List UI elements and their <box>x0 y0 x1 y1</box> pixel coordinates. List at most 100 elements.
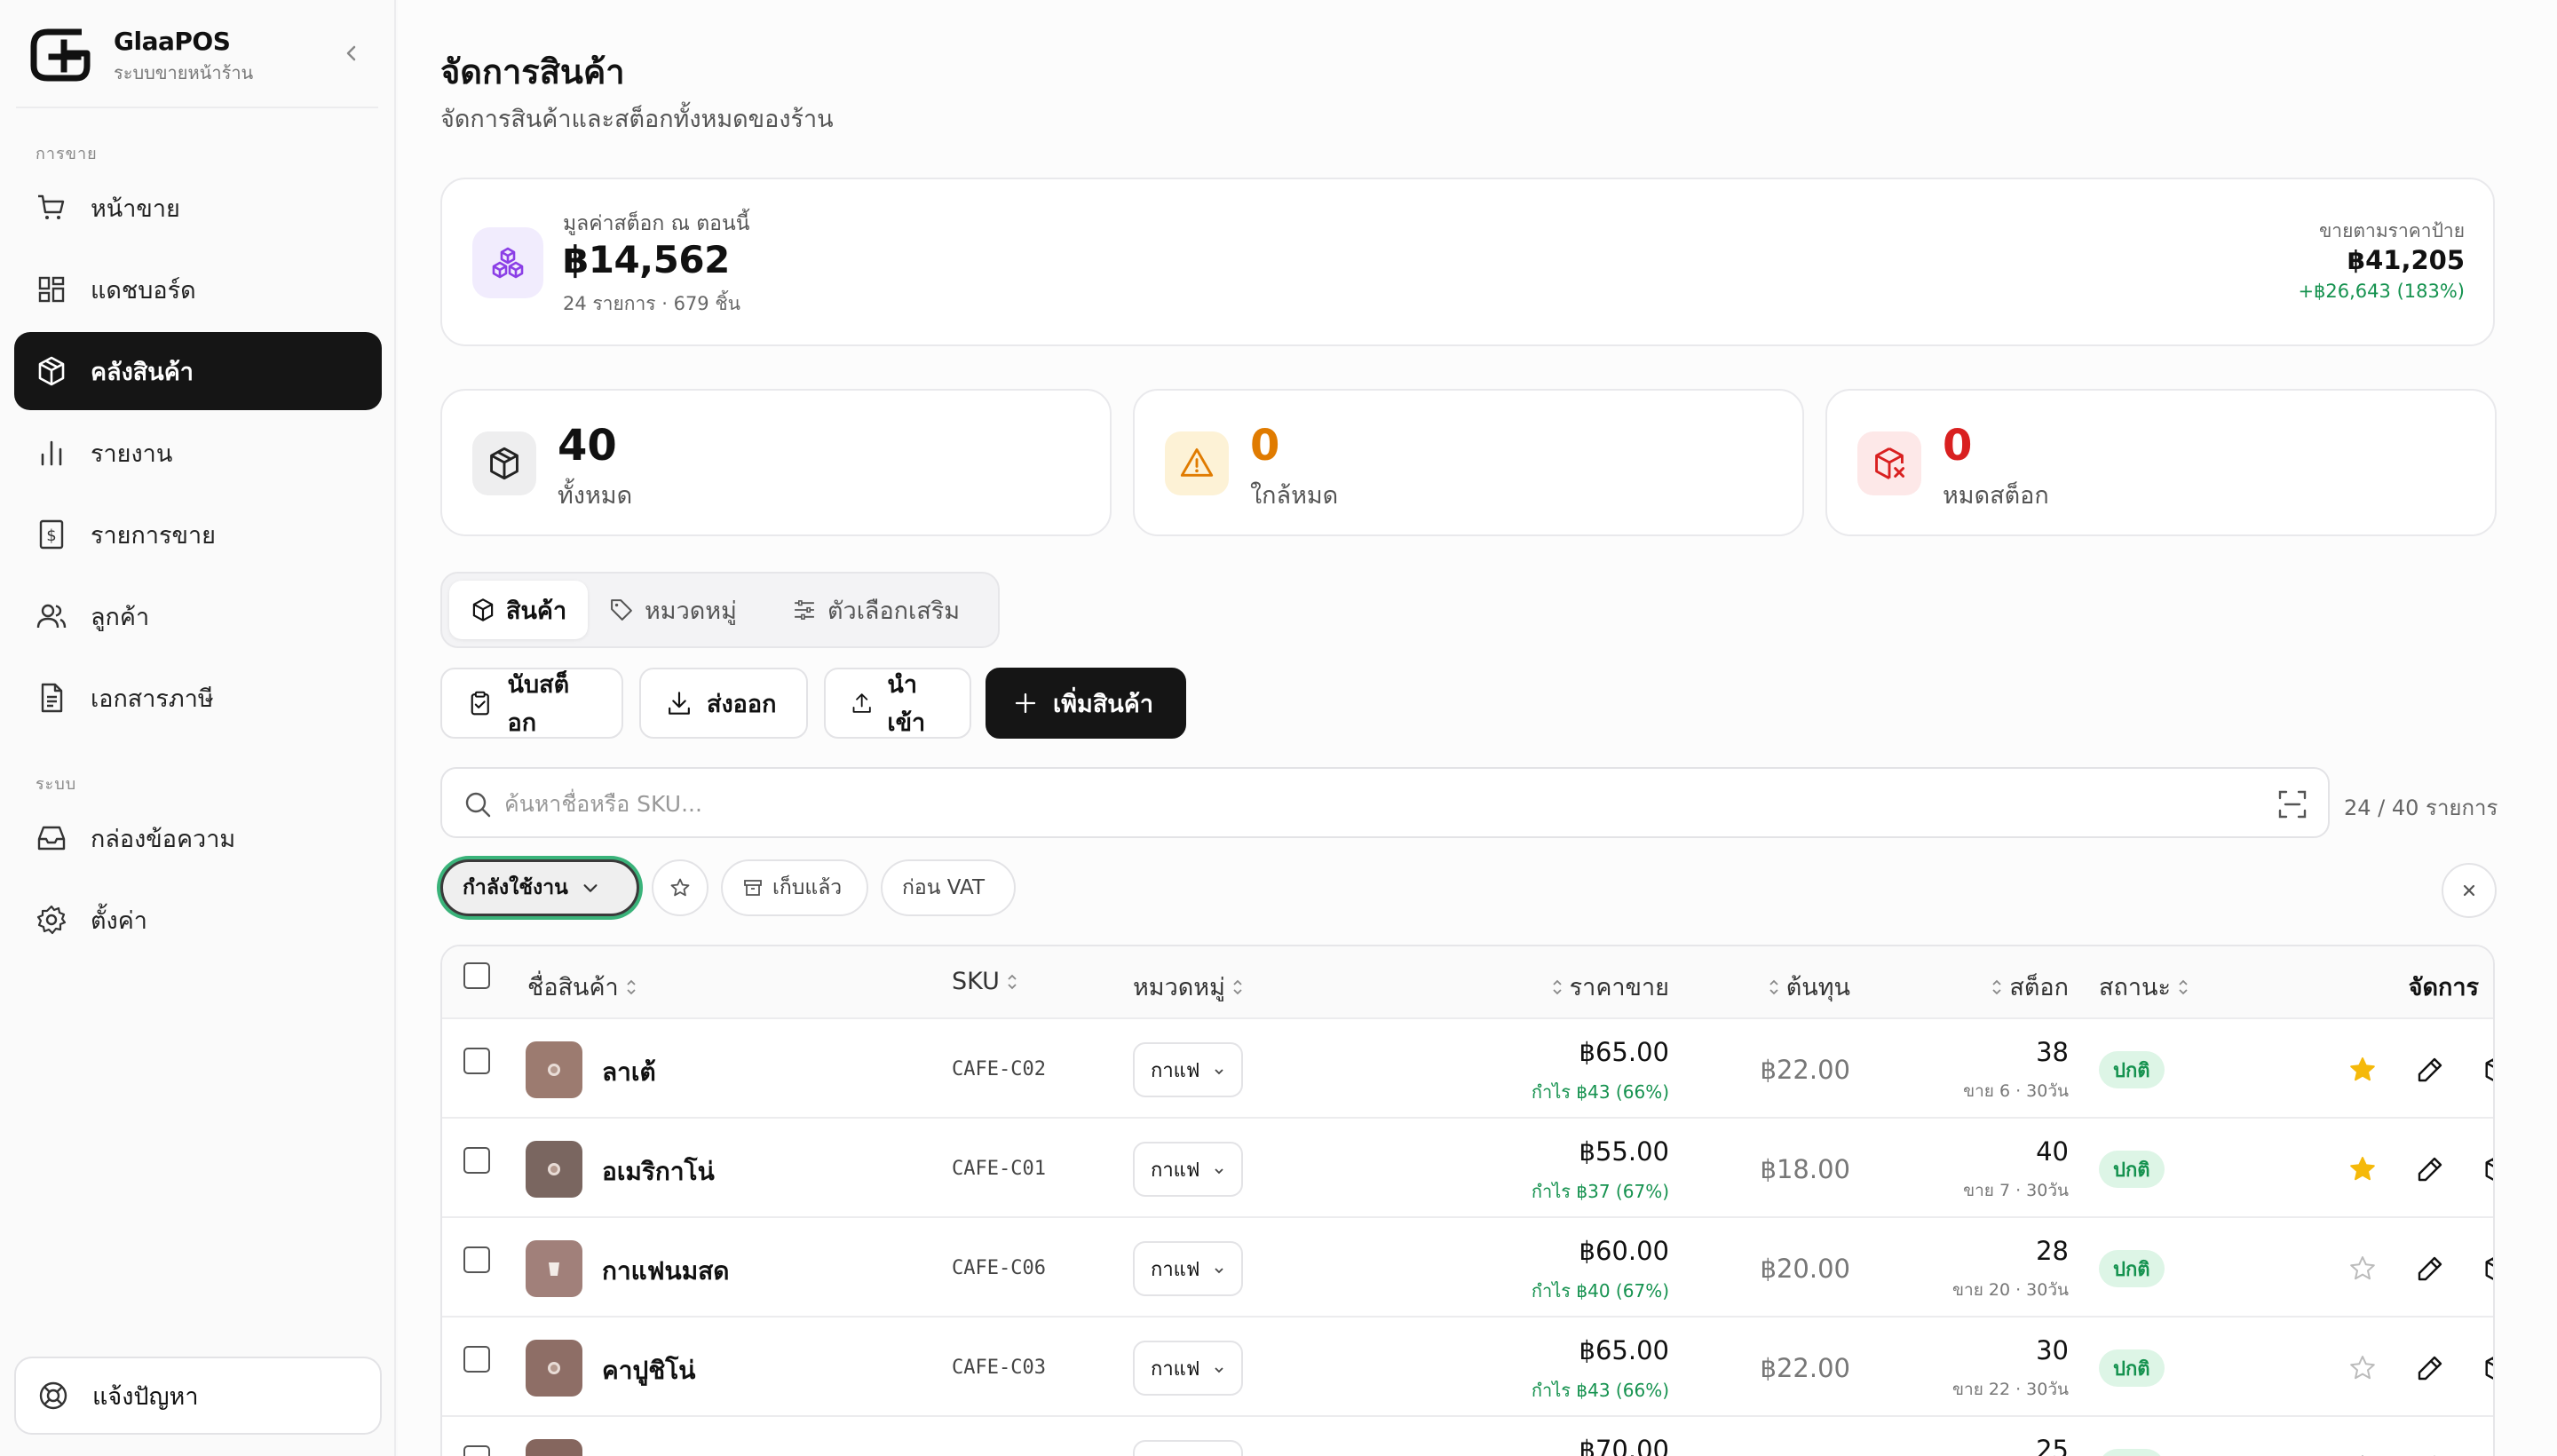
product-cost: ฿18.00 <box>1760 1154 1850 1184</box>
header-cost[interactable]: ต้นทุน <box>1761 968 1850 1006</box>
edit-icon[interactable] <box>2415 1055 2445 1085</box>
svg-text:$: $ <box>46 526 56 545</box>
star-outline-icon[interactable] <box>2347 1452 2378 1456</box>
category-select[interactable]: กาแฟ <box>1133 1440 1243 1456</box>
sidebar-item-sales-list[interactable]: $ รายการขาย <box>14 495 382 574</box>
edit-icon[interactable] <box>2415 1154 2445 1184</box>
archived-filter-button[interactable]: เก็บแล้ว <box>721 859 868 916</box>
header-sku[interactable]: SKU <box>952 968 1025 995</box>
product-name[interactable]: มอคค่า <box>602 1451 680 1456</box>
product-sold-30d: ขาย 6 · 30วัน <box>1963 1081 2069 1101</box>
package-x-icon <box>1875 447 1904 479</box>
stat-card-out-of-stock[interactable]: 0 หมดสต็อก <box>1825 389 2497 536</box>
header-name[interactable]: ชื่อสินค้า <box>527 968 644 1006</box>
sidebar-item-inbox[interactable]: กล่องข้อความ <box>14 799 382 877</box>
sidebar-item-label: ตั้งค่า <box>91 906 147 935</box>
row-checkbox[interactable] <box>463 1048 490 1074</box>
sidebar-item-label: รายงาน <box>91 439 173 468</box>
product-sold-30d: ขาย 22 · 30วัน <box>1952 1380 2069 1399</box>
header-price[interactable]: ราคาขาย <box>1545 968 1669 1006</box>
plus-icon <box>1015 692 1036 714</box>
sidebar-item-settings[interactable]: ตั้งค่า <box>14 881 382 959</box>
product-sku: CAFE-C03 <box>952 1357 1046 1379</box>
row-checkbox[interactable] <box>463 1147 490 1174</box>
barcode-scan-icon[interactable] <box>2276 788 2308 820</box>
product-thumbnail <box>526 1041 582 1098</box>
chevron-down-icon <box>1215 1367 1223 1373</box>
table-row[interactable]: อเมริกาโน่ CAFE-C01 กาแฟ ฿55.00 กำไร ฿37 (67… <box>442 1120 2493 1218</box>
export-button[interactable]: ส่งออก <box>639 668 808 739</box>
sidebar-section-system: ระบบ <box>36 775 77 794</box>
table-row[interactable]: ลาเต้ CAFE-C02 กาแฟ ฿65.00 กำไร ฿43 (66%) ฿22… <box>442 1021 2493 1119</box>
package-icon[interactable] <box>2482 1154 2495 1184</box>
package-icon[interactable] <box>2482 1055 2495 1085</box>
sidebar-item-sales[interactable]: หน้าขาย <box>14 169 382 247</box>
favorite-filter-button[interactable] <box>652 859 709 916</box>
row-checkbox[interactable] <box>463 1445 490 1456</box>
edit-icon[interactable] <box>2415 1452 2445 1456</box>
cart-icon <box>38 194 65 219</box>
stat-card-total[interactable]: 40 ทั้งหมด <box>440 389 1112 536</box>
tab-categories[interactable]: หมวดหมู่ <box>588 581 758 639</box>
before-vat-toggle[interactable]: ก่อน VAT <box>881 859 1016 916</box>
product-name[interactable]: คาปูชิโน่ <box>602 1351 695 1390</box>
header-category[interactable]: หมวดหมู่ <box>1133 968 1250 1006</box>
sidebar-item-inventory[interactable]: คลังสินค้า <box>14 332 382 410</box>
star-outline-icon[interactable] <box>2347 1353 2378 1383</box>
star-filled-icon[interactable] <box>2347 1055 2378 1085</box>
tab-options[interactable]: ตัวเลือกเสริม <box>771 581 981 639</box>
collapse-sidebar-icon[interactable] <box>337 39 366 67</box>
clear-filters-button[interactable] <box>2442 863 2497 918</box>
product-price: ฿65.00 <box>1579 1335 1669 1365</box>
product-name[interactable]: กาแฟนมสด <box>602 1252 729 1291</box>
add-product-button[interactable]: เพิ่มสินค้า <box>986 668 1186 739</box>
stock-value-meta: 24 รายการ · 679 ชิ้น <box>563 293 740 314</box>
table-row[interactable]: คาปูชิโน่ CAFE-C03 กาแฟ ฿65.00 กำไร ฿43 (66%… <box>442 1319 2493 1417</box>
select-all-checkbox[interactable] <box>463 962 490 989</box>
report-issue-button[interactable]: แจ้งปัญหา <box>14 1357 382 1435</box>
import-button[interactable]: นำเข้า <box>824 668 971 739</box>
status-badge: ปกติ <box>2099 1051 2165 1088</box>
search-input[interactable] <box>504 781 2236 826</box>
package-icon[interactable] <box>2482 1353 2495 1383</box>
category-select[interactable]: กาแฟ <box>1133 1142 1243 1197</box>
category-select[interactable]: กาแฟ <box>1133 1341 1243 1396</box>
row-checkbox[interactable] <box>463 1246 490 1273</box>
stat-icon-box <box>1857 431 1921 495</box>
star-filled-icon[interactable] <box>2347 1154 2378 1184</box>
sidebar-item-label: เอกสารภาษี <box>91 684 214 713</box>
sidebar-item-tax-documents[interactable]: เอกสารภาษี <box>14 659 382 737</box>
header-status[interactable]: สถานะ <box>2099 968 2196 1006</box>
edit-icon[interactable] <box>2415 1254 2445 1284</box>
stat-card-low-stock[interactable]: 0 ใกล้หมด <box>1133 389 1804 536</box>
package-icon <box>490 447 519 480</box>
stat-label: ทั้งหมด <box>558 482 633 510</box>
sidebar-item-reports[interactable]: รายงาน <box>14 414 382 492</box>
product-name[interactable]: ลาเต้ <box>602 1053 656 1092</box>
category-select[interactable]: กาแฟ <box>1133 1241 1243 1296</box>
star-outline-icon[interactable] <box>2347 1254 2378 1284</box>
count-stock-button[interactable]: นับสต็อก <box>440 668 623 739</box>
header-stock[interactable]: สต็อก <box>1984 968 2069 1006</box>
product-name[interactable]: อเมริกาโน่ <box>602 1152 715 1191</box>
lifebuoy-icon <box>39 1381 67 1410</box>
stat-label: หมดสต็อก <box>1943 482 2049 510</box>
table-row[interactable]: กาแฟนมสด CAFE-C06 กาแฟ ฿60.00 กำไร ฿40 (67%)… <box>442 1220 2493 1318</box>
header-price-label: ราคาขาย <box>1569 974 1669 1001</box>
status-filter-dropdown[interactable]: กำลังใช้งาน <box>440 859 639 916</box>
cup-icon <box>544 1159 564 1179</box>
table-row[interactable]: มอคค่าCAFE-C04กาแฟ฿70.00฿26.0025ปกติ <box>442 1419 2493 1456</box>
row-checkbox[interactable] <box>463 1346 490 1373</box>
edit-icon[interactable] <box>2415 1353 2445 1383</box>
product-thumbnail <box>526 1240 582 1297</box>
tab-products[interactable]: สินค้า <box>449 581 589 639</box>
package-icon[interactable] <box>2482 1452 2495 1456</box>
category-select[interactable]: กาแฟ <box>1133 1042 1243 1097</box>
document-icon <box>41 683 63 713</box>
product-sold-30d: ขาย 20 · 30วัน <box>1952 1280 2069 1300</box>
category-value: กาแฟ <box>1151 1452 1199 1456</box>
package-icon[interactable] <box>2482 1254 2495 1284</box>
export-label: ส่งออก <box>707 690 777 718</box>
sidebar-item-dashboard[interactable]: แดชบอร์ด <box>14 250 382 328</box>
sidebar-item-customers[interactable]: ลูกค้า <box>14 577 382 655</box>
